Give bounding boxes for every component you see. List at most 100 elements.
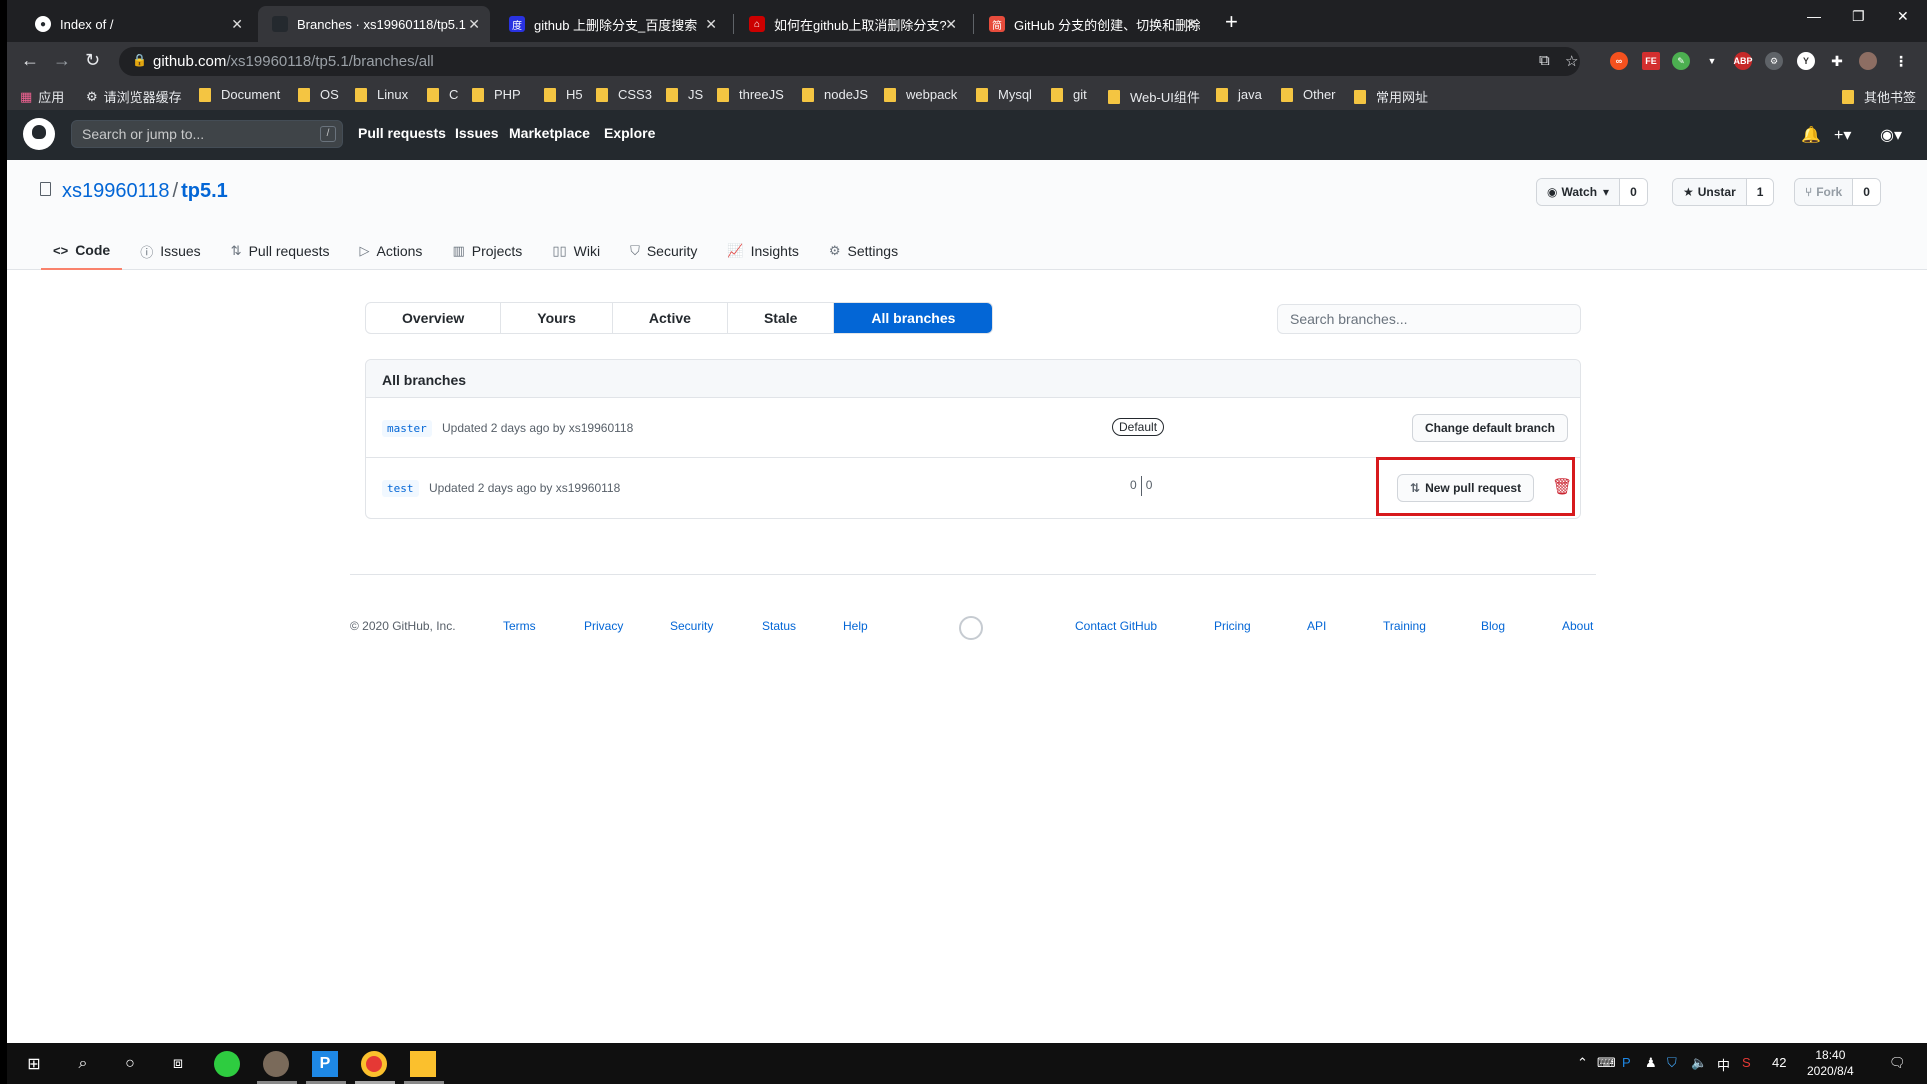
bookmark[interactable]: ⚙ 请浏览器缓存 — [86, 87, 182, 106]
close-tab-icon[interactable]: ✕ — [1185, 16, 1197, 33]
puzzle-icon[interactable]: ✚ — [1828, 52, 1846, 70]
tray-number[interactable]: 42 — [1772, 1055, 1786, 1070]
bookmark-folder[interactable]: H5 — [544, 87, 583, 102]
app-avatar-icon[interactable] — [263, 1051, 289, 1077]
tray-s-icon[interactable]: S — [1742, 1055, 1751, 1070]
tray-shield-icon[interactable]: ⛉ — [1667, 1055, 1677, 1071]
fork-button[interactable]: ⑂ Fork — [1795, 179, 1854, 205]
bell-icon[interactable]: 🔔 — [1801, 125, 1821, 145]
back-icon[interactable]: ← — [21, 50, 39, 71]
fe-extension-icon[interactable]: FE — [1642, 52, 1660, 70]
close-tab-icon[interactable]: ✕ — [945, 16, 957, 33]
close-tab-icon[interactable]: ✕ — [705, 16, 717, 33]
filter-stale[interactable]: Stale — [728, 303, 835, 333]
bookmark-folder[interactable]: PHP — [472, 87, 521, 102]
close-window-button[interactable]: ✕ — [1897, 8, 1909, 25]
browser-tab-active[interactable]: Branches · xs19960118/tp5.1 ✕ — [258, 6, 490, 42]
bookmark-folder[interactable]: git — [1051, 87, 1087, 102]
branch-name-link[interactable]: test — [382, 480, 419, 497]
task-view-icon[interactable]: ⧈ — [165, 1051, 191, 1077]
footer-link-security[interactable]: Security — [670, 619, 713, 633]
new-tab-button[interactable]: + — [1225, 9, 1238, 35]
footer-link-training[interactable]: Training — [1383, 619, 1426, 633]
profile-avatar-icon[interactable] — [1859, 52, 1877, 70]
nav-pull-requests[interactable]: Pull requests — [358, 125, 446, 141]
color-picker-icon[interactable]: ✎ — [1672, 52, 1690, 70]
tray-p-icon[interactable]: P — [1622, 1055, 1631, 1070]
restore-button[interactable]: ❐ — [1852, 8, 1865, 25]
create-new-icon[interactable]: +▾ — [1834, 125, 1851, 145]
nav-explore[interactable]: Explore — [604, 125, 655, 141]
watch-button[interactable]: ◉ Watch ▾ — [1537, 179, 1621, 205]
watch-count[interactable]: 0 — [1620, 179, 1647, 205]
forward-icon[interactable]: → — [53, 50, 71, 71]
tab-issues[interactable]: ⓘ Issues — [128, 232, 212, 270]
apps-bookmark[interactable]: ▦ 应用 — [20, 87, 64, 106]
tab-actions[interactable]: ▷ Actions — [348, 232, 435, 270]
browser-tab[interactable]: ● Index of / ✕ — [21, 6, 253, 42]
extension-icon[interactable]: ∞ — [1610, 52, 1628, 70]
tab-wiki[interactable]: ▯▯ Wiki — [540, 232, 612, 270]
wechat-icon[interactable] — [214, 1051, 240, 1077]
nav-issues[interactable]: Issues — [455, 125, 499, 141]
cortana-icon[interactable]: ○ — [117, 1051, 143, 1077]
change-default-branch-button[interactable]: Change default branch — [1412, 414, 1569, 442]
settings-extension-icon[interactable]: ⚙ — [1765, 52, 1783, 70]
bookmark-folder[interactable]: 常用网址 — [1354, 87, 1428, 106]
address-bar[interactable]: 🔒 github.com/xs19960118/tp5.1/branches/a… — [119, 47, 1580, 76]
tab-projects[interactable]: ▥ Projects — [440, 232, 534, 270]
filter-yours[interactable]: Yours — [501, 303, 613, 333]
bookmark-folder[interactable]: JS — [666, 87, 703, 102]
p-app-icon[interactable]: P — [312, 1051, 338, 1077]
windows-start-icon[interactable]: ⊞ — [21, 1051, 47, 1077]
bookmark-folder[interactable]: C — [427, 87, 458, 102]
footer-link-status[interactable]: Status — [762, 619, 796, 633]
bookmark-folder[interactable]: webpack — [884, 87, 957, 102]
footer-link-pricing[interactable]: Pricing — [1214, 619, 1251, 633]
tray-qq-icon[interactable]: ♟ — [1645, 1055, 1657, 1071]
filter-all-branches[interactable]: All branches — [834, 303, 993, 333]
footer-link-terms[interactable]: Terms — [503, 619, 536, 633]
notification-icon[interactable]: 🗨 — [1889, 1055, 1906, 1071]
volume-icon[interactable]: 🔈 — [1691, 1055, 1707, 1071]
close-tab-icon[interactable]: ✕ — [231, 16, 243, 33]
star-icon[interactable]: ☆ — [1565, 52, 1578, 70]
bookmark-folder[interactable]: Mysql — [976, 87, 1032, 102]
bookmark-folder[interactable]: CSS3 — [596, 87, 652, 102]
tray-icon[interactable]: ⌨ — [1597, 1055, 1616, 1071]
footer-link-privacy[interactable]: Privacy — [584, 619, 623, 633]
tab-pull-requests[interactable]: ⇅ Pull requests — [219, 232, 342, 270]
bookmark-folder[interactable]: java — [1216, 87, 1262, 102]
minimize-button[interactable]: — — [1807, 8, 1821, 24]
footer-link-about[interactable]: About — [1562, 619, 1593, 633]
bookmark-folder[interactable]: Other — [1281, 87, 1336, 102]
file-explorer-icon[interactable] — [410, 1051, 436, 1077]
browser-tab[interactable]: 简 GitHub 分支的创建、切换和删除 ✕ — [975, 6, 1207, 42]
nav-marketplace[interactable]: Marketplace — [509, 125, 590, 141]
tab-insights[interactable]: 📈 Insights — [715, 232, 810, 270]
search-icon[interactable]: ⌕ — [70, 1051, 96, 1077]
tab-settings[interactable]: ⚙ Settings — [817, 232, 910, 270]
reload-icon[interactable]: ↻ — [85, 50, 100, 71]
translate-icon[interactable]: ⧉ — [1539, 52, 1550, 69]
user-avatar-icon[interactable]: ◉▾ — [1880, 125, 1902, 145]
search-branches-input[interactable]: Search branches... — [1277, 304, 1581, 334]
filter-overview[interactable]: Overview — [366, 303, 502, 333]
close-tab-icon[interactable]: ✕ — [468, 16, 480, 33]
footer-link-api[interactable]: API — [1307, 619, 1326, 633]
vue-devtools-icon[interactable]: ▼ — [1703, 52, 1721, 70]
github-search-input[interactable]: Search or jump to... / — [71, 120, 343, 148]
github-logo-icon[interactable] — [23, 118, 55, 150]
clock[interactable]: 18:40 2020/8/4 — [1807, 1047, 1854, 1079]
menu-dots-icon[interactable]: ⋮ — [1892, 52, 1910, 70]
bookmark-folder[interactable]: OS — [298, 87, 339, 102]
tray-arrow-icon[interactable]: ⌃ — [1577, 1055, 1588, 1071]
footer-link-contact[interactable]: Contact GitHub — [1075, 619, 1157, 633]
chrome-icon[interactable] — [361, 1051, 387, 1077]
bookmark-folder[interactable]: threeJS — [717, 87, 784, 102]
bookmark-folder[interactable]: Web-UI组件 — [1108, 87, 1200, 106]
fork-count[interactable]: 0 — [1853, 179, 1880, 205]
adblock-icon[interactable]: ABP — [1734, 52, 1753, 70]
bookmark-folder[interactable]: Document — [199, 87, 280, 102]
filter-active[interactable]: Active — [613, 303, 728, 333]
